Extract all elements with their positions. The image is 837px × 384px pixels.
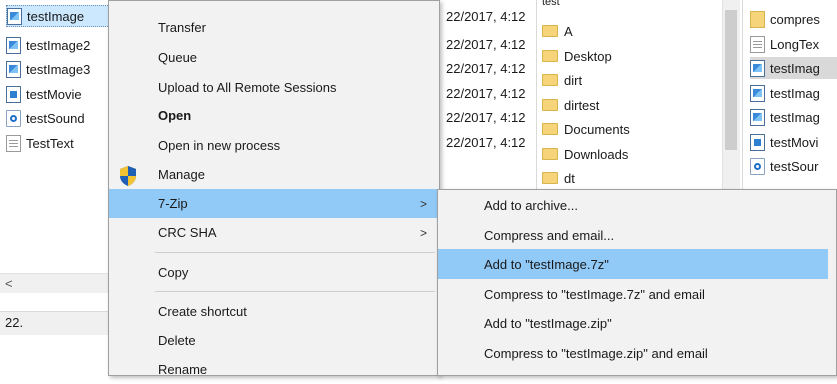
file-item-testimage3[interactable]: testImage3 — [6, 58, 118, 80]
folder-icon — [542, 50, 558, 62]
sound-file-icon — [750, 157, 765, 175]
file-item-testsound[interactable]: testSound — [6, 107, 118, 129]
right-file-item[interactable]: testImag — [750, 82, 837, 104]
menu-item-open[interactable]: Open — [109, 101, 439, 130]
date-cell: 22/2017, 4:12 — [446, 9, 526, 24]
folder-pane-header: test — [542, 0, 560, 8]
file-name: TestText — [26, 135, 74, 151]
folder-icon — [542, 172, 558, 184]
file-name: testMovie — [26, 86, 82, 102]
menu-item-rename[interactable]: Rename — [109, 355, 439, 384]
menu-separator — [155, 252, 435, 253]
submenu-item-add-to-archive[interactable]: Add to archive... — [438, 190, 828, 220]
menu-item-transfer[interactable]: Transfer — [109, 13, 439, 42]
video-file-icon — [750, 133, 765, 151]
image-file-icon — [6, 60, 21, 78]
folder-icon — [542, 74, 558, 86]
file-name: testImage3 — [26, 61, 91, 77]
menu-item-crc-sha[interactable]: CRC SHA > — [109, 218, 439, 247]
folder-item[interactable]: Documents — [542, 118, 630, 140]
menu-item-upload-all-remote[interactable]: Upload to All Remote Sessions — [109, 73, 439, 102]
folder-icon — [542, 25, 558, 37]
folder-item[interactable]: dt — [542, 167, 575, 189]
menu-item-delete[interactable]: Delete — [109, 326, 439, 355]
status-text: 22. — [5, 315, 24, 330]
image-file-icon — [7, 7, 22, 25]
file-item-testimage[interactable]: testImage — [6, 5, 118, 27]
file-item-testtext[interactable]: TestText — [6, 132, 118, 154]
horizontal-scrollbar[interactable] — [0, 273, 112, 293]
folder-icon — [542, 148, 558, 160]
folder-item[interactable]: Downloads — [542, 143, 628, 165]
menu-item-create-shortcut[interactable]: Create shortcut — [109, 297, 439, 326]
folder-item[interactable]: A — [542, 20, 573, 42]
right-file-item[interactable]: LongTex — [750, 33, 837, 55]
right-file-item[interactable]: testSour — [750, 155, 837, 177]
text-file-icon — [750, 35, 765, 53]
date-cell: 22/2017, 4:12 — [446, 135, 526, 150]
right-file-item[interactable]: testImag — [750, 57, 837, 79]
file-name: testImage — [27, 8, 85, 24]
menu-item-open-new-process[interactable]: Open in new process — [109, 131, 439, 160]
file-name: testImage2 — [26, 37, 91, 53]
folder-icon — [542, 123, 558, 135]
menu-item-7zip[interactable]: 7-Zip > — [109, 189, 439, 218]
submenu-item-add-to-zip[interactable]: Add to "testImage.zip" — [438, 308, 828, 338]
submenu-item-compress-zip-email[interactable]: Compress to "testImage.zip" and email — [438, 338, 828, 368]
image-file-icon — [750, 84, 765, 102]
date-cell: 22/2017, 4:12 — [446, 86, 526, 101]
right-file-item[interactable]: compres — [750, 8, 837, 30]
shield-icon — [120, 166, 136, 186]
date-cell: 22/2017, 4:12 — [446, 61, 526, 76]
file-item-testmovie[interactable]: testMovie — [6, 83, 118, 105]
scrollbar-thumb[interactable] — [725, 10, 737, 150]
chevron-right-icon: > — [419, 196, 427, 211]
chevron-right-icon: > — [419, 225, 427, 240]
zip-file-icon — [750, 10, 765, 28]
folder-icon — [542, 99, 558, 111]
submenu-item-add-to-7z[interactable]: Add to "testImage.7z" — [438, 249, 828, 279]
folder-item[interactable]: dirtest — [542, 94, 599, 116]
video-file-icon — [6, 85, 21, 103]
file-item-testimage2[interactable]: testImage2 — [6, 34, 118, 56]
file-name: testSound — [26, 110, 85, 126]
image-file-icon — [750, 59, 765, 77]
submenu-item-compress-7z-email[interactable]: Compress to "testImage.7z" and email — [438, 279, 828, 309]
scroll-left-arrow-icon[interactable]: < — [5, 276, 13, 291]
image-file-icon — [750, 108, 765, 126]
date-cell: 22/2017, 4:12 — [446, 37, 526, 52]
date-cell: 22/2017, 4:12 — [446, 110, 526, 125]
folder-item[interactable]: dirt — [542, 69, 582, 91]
image-file-icon — [6, 36, 21, 54]
text-file-icon — [6, 134, 21, 152]
menu-item-queue[interactable]: Queue — [109, 43, 439, 72]
menu-separator — [155, 291, 435, 292]
menu-item-manage[interactable]: Manage — [109, 160, 439, 189]
submenu-item-compress-and-email[interactable]: Compress and email... — [438, 220, 828, 250]
right-file-item[interactable]: testImag — [750, 106, 837, 128]
right-file-item[interactable]: testMovi — [750, 131, 837, 153]
menu-item-copy[interactable]: Copy — [109, 258, 439, 287]
folder-item[interactable]: Desktop — [542, 45, 612, 67]
sound-file-icon — [6, 109, 21, 127]
